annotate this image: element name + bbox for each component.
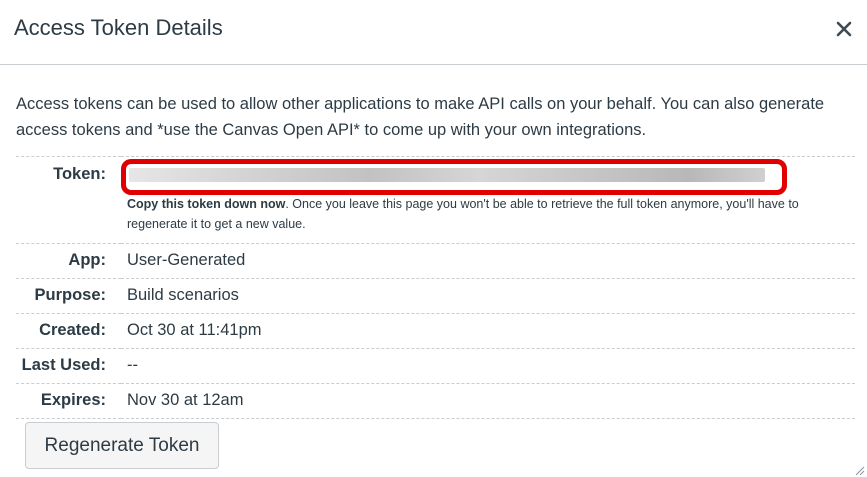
regenerate-token-button[interactable]: Regenerate Token	[25, 422, 219, 469]
resize-grip-icon[interactable]	[853, 463, 865, 476]
detail-row-last-used: Last Used: --	[16, 348, 855, 384]
purpose-value: Build scenarios	[121, 278, 855, 314]
last-used-value: --	[121, 348, 855, 384]
token-note: Copy this token down now. Once you leave…	[127, 194, 855, 234]
token-note-strong: Copy this token down now	[127, 197, 286, 211]
close-button[interactable]	[833, 18, 855, 40]
token-cell: Copy this token down now. Once you leave…	[121, 156, 855, 244]
highlight-annotation	[121, 159, 787, 195]
intro-text: Access tokens can be used to allow other…	[16, 95, 825, 139]
token-box	[121, 159, 787, 195]
detail-row-expires: Expires: Nov 30 at 12am	[16, 383, 855, 419]
expires-value: Nov 30 at 12am	[121, 383, 855, 419]
dialog-title: Access Token Details	[14, 15, 223, 40]
close-icon	[836, 21, 852, 37]
created-label: Created:	[16, 313, 121, 349]
access-token-dialog: Access Token Details Access tokens can b…	[0, 0, 867, 477]
detail-row-app: App: User-Generated	[16, 243, 855, 279]
created-value: Oct 30 at 11:41pm	[121, 313, 855, 349]
app-label: App:	[16, 243, 121, 279]
dialog-body: Access tokens can be used to allow other…	[0, 91, 867, 419]
last-used-label: Last Used:	[16, 348, 121, 384]
app-value: User-Generated	[121, 243, 855, 279]
token-details-table: Token: Copy this token down now. Once yo…	[16, 156, 855, 419]
detail-row-purpose: Purpose: Build scenarios	[16, 278, 855, 314]
purpose-label: Purpose:	[16, 278, 121, 314]
token-row: Token: Copy this token down now. Once yo…	[16, 156, 855, 244]
token-label: Token:	[16, 156, 121, 244]
detail-row-created: Created: Oct 30 at 11:41pm	[16, 313, 855, 349]
expires-label: Expires:	[16, 383, 121, 419]
dialog-header: Access Token Details	[0, 0, 867, 65]
